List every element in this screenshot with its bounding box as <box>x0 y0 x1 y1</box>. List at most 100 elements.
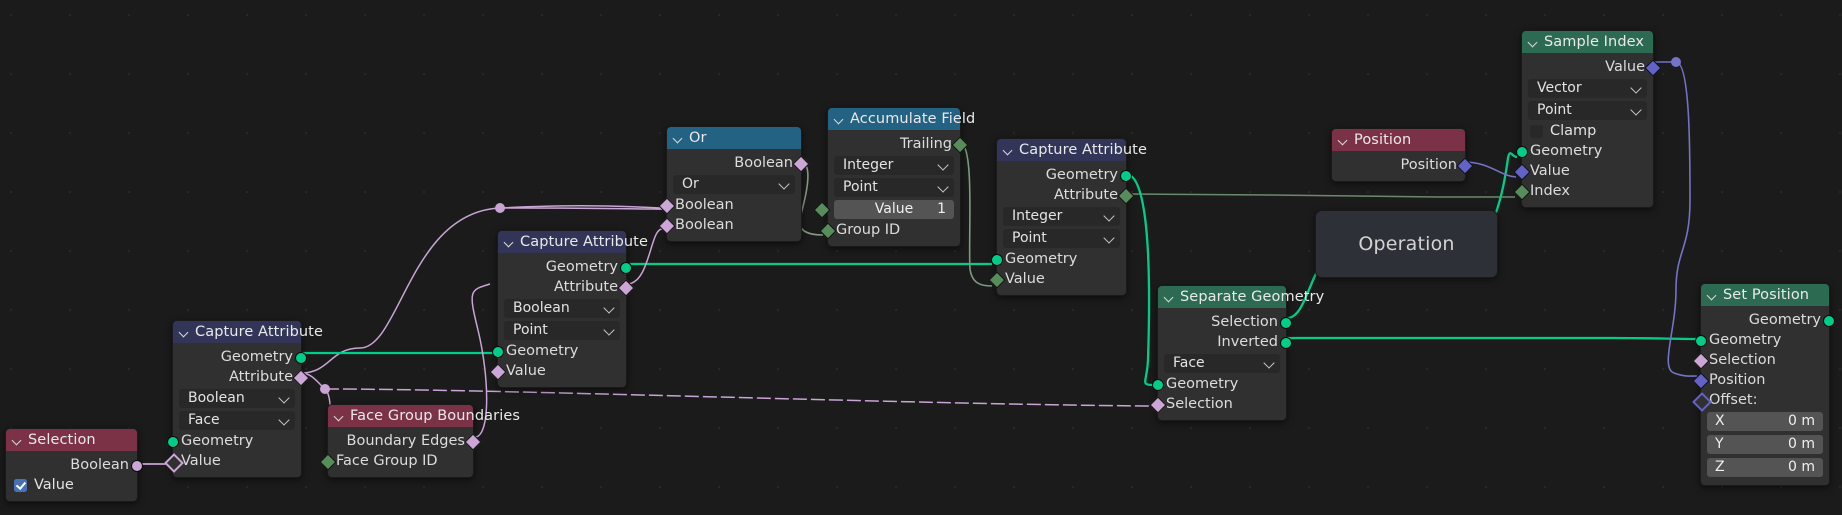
socket-attribute-output[interactable] <box>1117 187 1135 205</box>
input-socket-row-geometry[interactable]: Geometry <box>492 341 626 361</box>
input-socket-row-geometry[interactable]: Geometry <box>1695 330 1829 350</box>
socket-value-output[interactable] <box>1644 59 1662 77</box>
checkbox-clamp[interactable] <box>1530 124 1543 138</box>
dropdown-data-type[interactable]: Boolean <box>504 298 620 318</box>
socket-position-input[interactable] <box>1692 372 1710 390</box>
socket-selection-output[interactable] <box>1280 317 1292 329</box>
node-face-group-boundaries[interactable]: Face Group Boundaries Boundary Edges Fac… <box>319 404 520 478</box>
vector-field-x[interactable]: X 0 m <box>1707 411 1823 431</box>
dropdown-row-domain[interactable]: Point <box>1522 99 1653 121</box>
output-socket-row-attribute[interactable]: Attribute <box>997 185 1135 205</box>
node-header-capture-attribute-2[interactable]: Capture Attribute <box>498 231 648 253</box>
dropdown-row-domain[interactable]: Point <box>828 176 960 198</box>
input-socket-row-value[interactable]: Value <box>489 361 626 381</box>
dropdown-data-type[interactable]: Integer <box>1003 206 1120 226</box>
socket-boolean-output[interactable] <box>792 155 810 173</box>
dropdown-domain[interactable]: Face <box>1164 353 1280 373</box>
socket-trailing-output[interactable] <box>951 136 969 154</box>
socket-face-group-id-input[interactable] <box>319 453 337 471</box>
collapse-caret-icon[interactable] <box>504 237 515 248</box>
node-operation-collapsed[interactable]: Operation <box>1315 210 1498 278</box>
node-capture-attribute-1[interactable]: Capture Attribute Geometry Attribute Boo… <box>164 320 323 478</box>
collapse-caret-icon[interactable] <box>1003 145 1014 156</box>
dropdown-domain[interactable]: Point <box>504 320 620 340</box>
collapse-caret-icon[interactable] <box>834 114 845 125</box>
collapse-caret-icon[interactable] <box>673 133 684 144</box>
output-socket-row-attribute[interactable]: Attribute <box>498 277 635 297</box>
dropdown-row-domain[interactable]: Point <box>498 319 626 341</box>
node-sample-index[interactable]: Sample Index Value Vector Point Clamp Ge… <box>1513 30 1662 208</box>
node-header-selection[interactable]: Selection <box>6 429 137 451</box>
node-header-face-group-boundaries[interactable]: Face Group Boundaries <box>328 405 520 427</box>
dropdown-row-domain[interactable]: Face <box>173 409 301 431</box>
collapse-caret-icon[interactable] <box>179 327 190 338</box>
node-header-capture-attribute-3[interactable]: Capture Attribute <box>997 139 1147 161</box>
socket-value-input[interactable] <box>1513 163 1531 181</box>
node-editor-canvas[interactable]: Selection Boolean Value Capture Attribut… <box>0 0 1842 515</box>
input-socket-row-boolean-2[interactable]: Boolean <box>658 215 801 235</box>
socket-geometry-input[interactable] <box>1152 379 1164 391</box>
socket-index-input[interactable] <box>1513 183 1531 201</box>
dropdown-data-type[interactable]: Boolean <box>179 388 295 408</box>
node-header-accumulate-field[interactable]: Accumulate Field <box>828 108 975 130</box>
collapse-caret-icon[interactable] <box>1338 135 1349 146</box>
input-socket-row-geometry[interactable]: Geometry <box>991 249 1126 269</box>
input-socket-row-boolean-1[interactable]: Boolean <box>658 195 801 215</box>
collapse-caret-icon[interactable] <box>1528 37 1539 48</box>
node-selection[interactable]: Selection Boolean Value <box>5 428 143 502</box>
socket-boolean-input-2[interactable] <box>658 217 676 235</box>
socket-geometry-input[interactable] <box>1695 335 1707 347</box>
number-field-row-value[interactable]: Value 1 <box>813 198 960 220</box>
collapse-caret-icon[interactable] <box>1707 290 1718 301</box>
output-socket-row-selection[interactable]: Selection <box>1158 312 1292 332</box>
vector-field-row-y[interactable]: Y 0 m <box>1701 433 1829 456</box>
input-socket-row-geometry[interactable]: Geometry <box>167 431 301 451</box>
dropdown-row-domain[interactable]: Point <box>997 227 1126 249</box>
dropdown-row-data-type[interactable]: Vector <box>1522 77 1653 99</box>
input-socket-row-selection[interactable]: Selection <box>1692 350 1829 370</box>
socket-geometry-output[interactable] <box>295 352 307 364</box>
node-header-sample-index[interactable]: Sample Index <box>1522 31 1653 53</box>
output-socket-row-trailing[interactable]: Trailing <box>828 134 969 154</box>
vector-field-y[interactable]: Y 0 m <box>1707 434 1823 454</box>
node-header-position[interactable]: Position <box>1332 129 1465 151</box>
dropdown-row-data-type[interactable]: Integer <box>997 205 1126 227</box>
socket-geometry-output[interactable] <box>1823 315 1835 327</box>
socket-boolean-output[interactable] <box>131 460 143 472</box>
output-socket-row-geometry[interactable]: Geometry <box>1701 310 1835 330</box>
socket-inverted-output[interactable] <box>1280 337 1292 349</box>
input-socket-row-index[interactable]: Index <box>1513 181 1653 201</box>
socket-value-input[interactable] <box>489 363 507 381</box>
socket-geometry-input[interactable] <box>1516 146 1528 158</box>
socket-geometry-input[interactable] <box>167 436 179 448</box>
socket-group-id-input[interactable] <box>819 222 837 240</box>
socket-geometry-output[interactable] <box>1120 170 1132 182</box>
socket-boundary-edges-output[interactable] <box>464 433 482 451</box>
node-set-position[interactable]: Set Position Geometry Geometry Selection… <box>1692 283 1835 486</box>
socket-value-input[interactable] <box>813 201 831 219</box>
dropdown-domain[interactable]: Point <box>1528 100 1647 120</box>
node-capture-attribute-3[interactable]: Capture Attribute Geometry Attribute Int… <box>988 138 1147 296</box>
node-accumulate-field[interactable]: Accumulate Field Trailing Integer Point <box>813 107 975 247</box>
checkbox-value[interactable] <box>14 478 27 492</box>
socket-selection-input[interactable] <box>1692 352 1710 370</box>
socket-value-input[interactable] <box>988 271 1006 289</box>
vector-field-z[interactable]: Z 0 m <box>1707 457 1823 477</box>
vector-field-row-x[interactable]: X 0 m <box>1701 410 1829 433</box>
input-socket-row-face-group-id[interactable]: Face Group ID <box>319 451 473 471</box>
checkbox-row-value[interactable]: Value <box>6 475 137 495</box>
checkbox-row-clamp[interactable]: Clamp <box>1522 121 1653 141</box>
output-socket-row-value[interactable]: Value <box>1522 57 1662 77</box>
output-socket-row-geometry[interactable]: Geometry <box>173 347 307 367</box>
input-socket-row-position[interactable]: Position <box>1692 370 1829 390</box>
socket-attribute-output[interactable] <box>617 279 635 297</box>
node-header-capture-attribute-1[interactable]: Capture Attribute <box>173 321 323 343</box>
node-separate-geometry[interactable]: Separate Geometry Selection Inverted Fac… <box>1149 285 1324 421</box>
socket-geometry-output[interactable] <box>620 262 632 274</box>
dropdown-row-data-type[interactable]: Boolean <box>498 297 626 319</box>
dropdown-boolean-operation[interactable]: Or <box>673 174 795 194</box>
input-socket-row-geometry[interactable]: Geometry <box>1152 374 1286 394</box>
dropdown-row-data-type[interactable]: Boolean <box>173 387 301 409</box>
dropdown-data-type[interactable]: Integer <box>834 155 954 175</box>
input-socket-row-value[interactable]: Value <box>1513 161 1653 181</box>
